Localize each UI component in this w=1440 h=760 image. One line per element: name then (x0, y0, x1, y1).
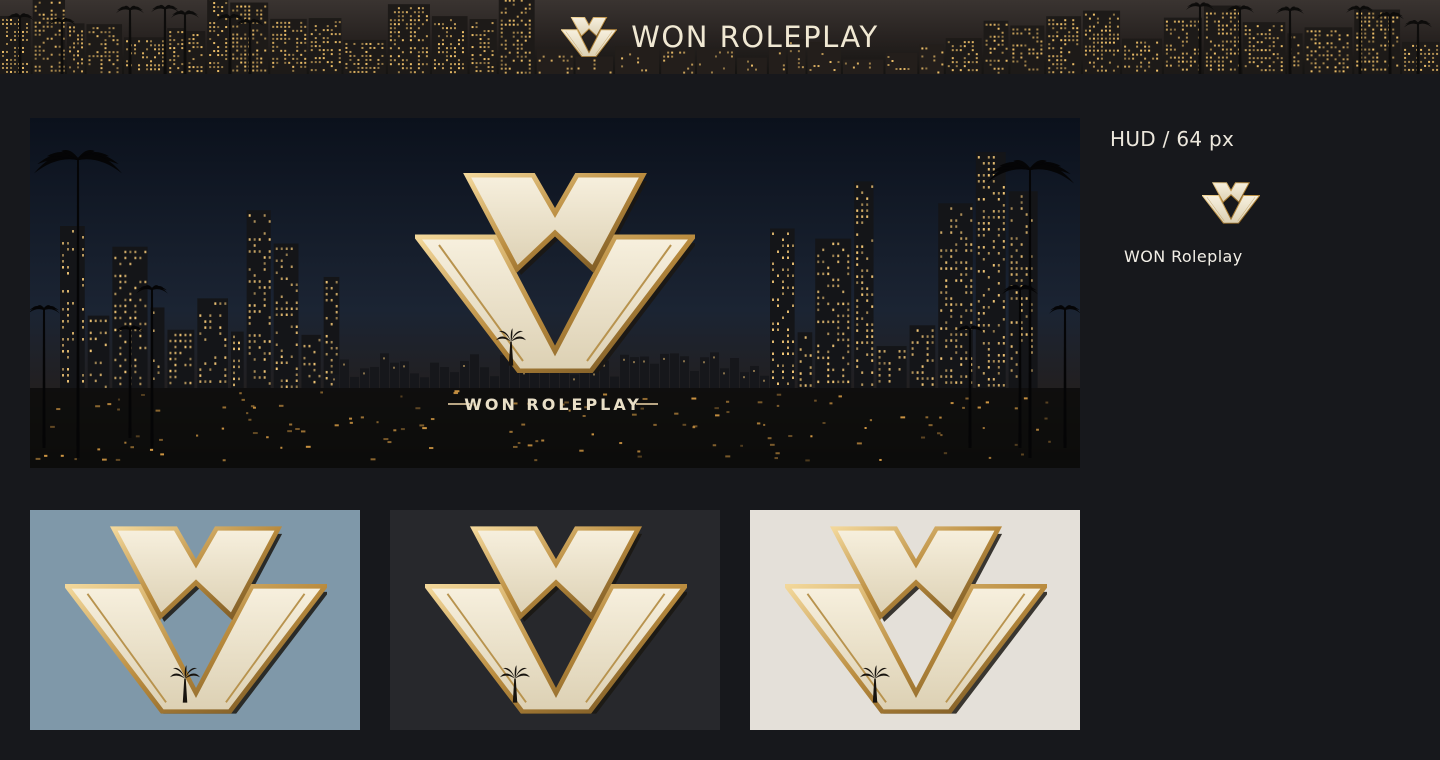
logo-tile-blue-gray[interactable] (30, 510, 360, 730)
w-monogram-palm-icon (750, 510, 1080, 730)
hud-size-label: HUD / 64 px (1110, 127, 1235, 151)
banner-tagline: WON ROLEPLAY (464, 395, 642, 414)
w-monogram-icon (561, 17, 617, 57)
w-monogram-palm-icon (30, 510, 360, 730)
header-bar: WON ROLEPLAY (0, 0, 1440, 74)
hud-brand-name: WON Roleplay (1124, 247, 1243, 266)
w-monogram-palm-icon (390, 510, 720, 730)
logo-tile-dark[interactable] (390, 510, 720, 730)
city-skyline-night-image: WON ROLEPLAY (30, 118, 1080, 468)
logo-tile-light[interactable] (750, 510, 1080, 730)
header-title: WON ROLEPLAY (631, 20, 879, 54)
w-monogram-small-icon (1202, 182, 1260, 224)
brand[interactable]: WON ROLEPLAY (0, 0, 1440, 74)
hero-banner: WON ROLEPLAY (30, 118, 1080, 468)
